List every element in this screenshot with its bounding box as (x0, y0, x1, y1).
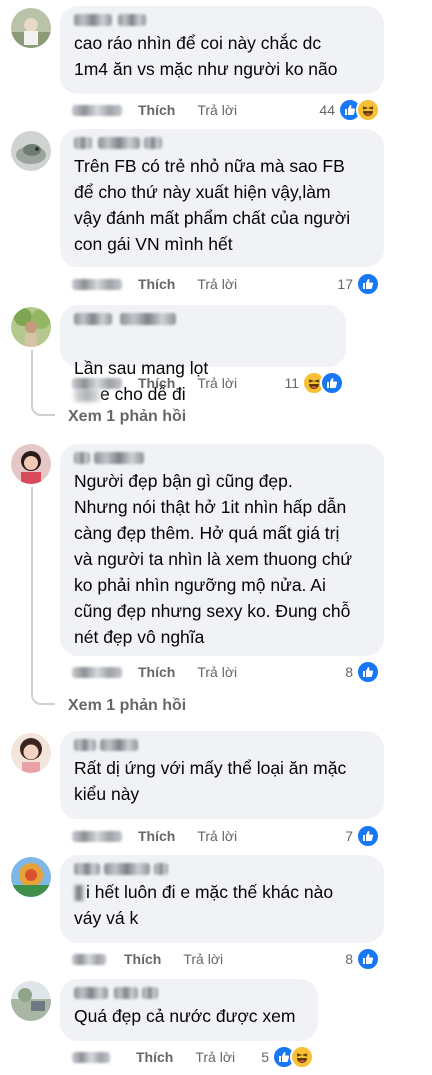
reaction-count: 8 (345, 951, 353, 967)
comment-bubble: Lần sau mang lọt e cho dễ đi (60, 305, 346, 404)
avatar[interactable] (11, 981, 51, 1021)
timestamp[interactable] (72, 278, 122, 290)
reaction-count: 5 (261, 1049, 269, 1065)
comment-bubble: i hết luôn đi e mặc thế khác nào váy vá … (60, 855, 384, 943)
comment-text: cao ráo nhìn để coi này chắc dc 1m4 ăn v… (74, 33, 338, 79)
author-name[interactable] (74, 452, 184, 464)
thread-connector (31, 350, 33, 406)
haha-reaction-icon (290, 1045, 314, 1069)
thread-connector-curve (31, 404, 55, 416)
reaction-count: 11 (284, 375, 299, 391)
like-reaction-icon (320, 371, 344, 395)
comment-bubble: Người đẹp bận gì cũng đẹp. Nhưng nói thậ… (60, 444, 384, 656)
author-name[interactable] (74, 987, 184, 999)
author-name[interactable] (74, 14, 184, 26)
redacted-letter (74, 885, 84, 902)
author-name[interactable] (74, 863, 184, 875)
comment-bubble: Quá đẹp cả nước được xem (60, 979, 318, 1041)
comment-text: Trên FB có trẻ nhỏ nữa mà sao FB để cho … (74, 156, 351, 254)
like-reaction-icon (356, 824, 380, 848)
comment-text: Lần sau mang lọt e cho dễ đi (74, 358, 209, 404)
reaction-summary[interactable]: 11 (284, 371, 344, 395)
comment-text: i hết luôn đi e mặc thế khác nào váy vá … (74, 882, 334, 928)
like-button[interactable]: Thích (138, 102, 175, 118)
like-reaction-icon (356, 272, 380, 296)
comment-actions: Thích Trả lời (72, 100, 237, 120)
reaction-summary[interactable]: 8 (345, 660, 380, 684)
reaction-summary[interactable]: 8 (345, 947, 380, 971)
comment-actions: Thích Trả lời (72, 373, 237, 393)
comment-actions: Thích Trả lời (72, 1047, 235, 1067)
reaction-summary[interactable]: 5 (261, 1045, 314, 1069)
comment-text: Người đẹp bận gì cũng đẹp. Nhưng nói thậ… (74, 471, 353, 647)
author-name[interactable] (74, 313, 184, 325)
reply-button[interactable]: Trả lời (197, 375, 237, 391)
comment-text: Rất dị ứng với mấy thể loại ăn mặc kiểu … (74, 758, 347, 804)
reaction-summary[interactable]: 17 (337, 272, 380, 296)
view-replies-link[interactable]: Xem 1 phản hồi (68, 408, 186, 426)
timestamp[interactable] (72, 1051, 110, 1063)
comment-bubble: cao ráo nhìn để coi này chắc dc 1m4 ăn v… (60, 6, 384, 94)
avatar[interactable] (11, 307, 51, 347)
timestamp[interactable] (72, 830, 122, 842)
like-button[interactable]: Thích (136, 1049, 173, 1065)
comment-actions: Thích Trả lời (72, 826, 237, 846)
comment-bubble: Trên FB có trẻ nhỏ nữa mà sao FB để cho … (60, 129, 384, 267)
comment-bubble: Rất dị ứng với mấy thể loại ăn mặc kiểu … (60, 731, 384, 819)
reaction-count: 7 (345, 828, 353, 844)
comment-actions: Thích Trả lời (72, 949, 223, 969)
timestamp[interactable] (72, 104, 122, 116)
avatar[interactable] (11, 8, 51, 48)
reaction-summary[interactable]: 44 (319, 98, 380, 122)
like-button[interactable]: Thích (138, 664, 175, 680)
avatar[interactable] (11, 733, 51, 773)
comment-actions: Thích Trả lời (72, 274, 237, 294)
comment-actions: Thích Trả lời (72, 662, 237, 682)
reply-button[interactable]: Trả lời (197, 828, 237, 844)
avatar[interactable] (11, 131, 51, 171)
reaction-count: 8 (345, 664, 353, 680)
avatar[interactable] (11, 857, 51, 897)
reply-button[interactable]: Trả lời (197, 664, 237, 680)
reply-button[interactable]: Trả lời (195, 1049, 235, 1065)
author-name[interactable] (74, 739, 184, 751)
avatar[interactable] (11, 444, 51, 484)
thread-connector (31, 487, 33, 695)
reaction-count: 17 (337, 276, 353, 292)
like-reaction-icon (356, 660, 380, 684)
thread-connector-curve (31, 693, 55, 705)
timestamp[interactable] (72, 666, 122, 678)
timestamp[interactable] (72, 953, 106, 965)
comment-text: Quá đẹp cả nước được xem (74, 1006, 296, 1026)
reply-button[interactable]: Trả lời (197, 102, 237, 118)
like-button[interactable]: Thích (138, 276, 175, 292)
timestamp[interactable] (72, 377, 122, 389)
view-replies-link[interactable]: Xem 1 phản hồi (68, 697, 186, 715)
reply-button[interactable]: Trả lời (197, 276, 237, 292)
reaction-summary[interactable]: 7 (345, 824, 380, 848)
like-button[interactable]: Thích (138, 375, 175, 391)
reply-button[interactable]: Trả lời (183, 951, 223, 967)
like-button[interactable]: Thích (124, 951, 161, 967)
reaction-count: 44 (319, 102, 335, 118)
like-button[interactable]: Thích (138, 828, 175, 844)
author-name[interactable] (74, 137, 184, 149)
haha-reaction-icon (356, 98, 380, 122)
like-reaction-icon (356, 947, 380, 971)
